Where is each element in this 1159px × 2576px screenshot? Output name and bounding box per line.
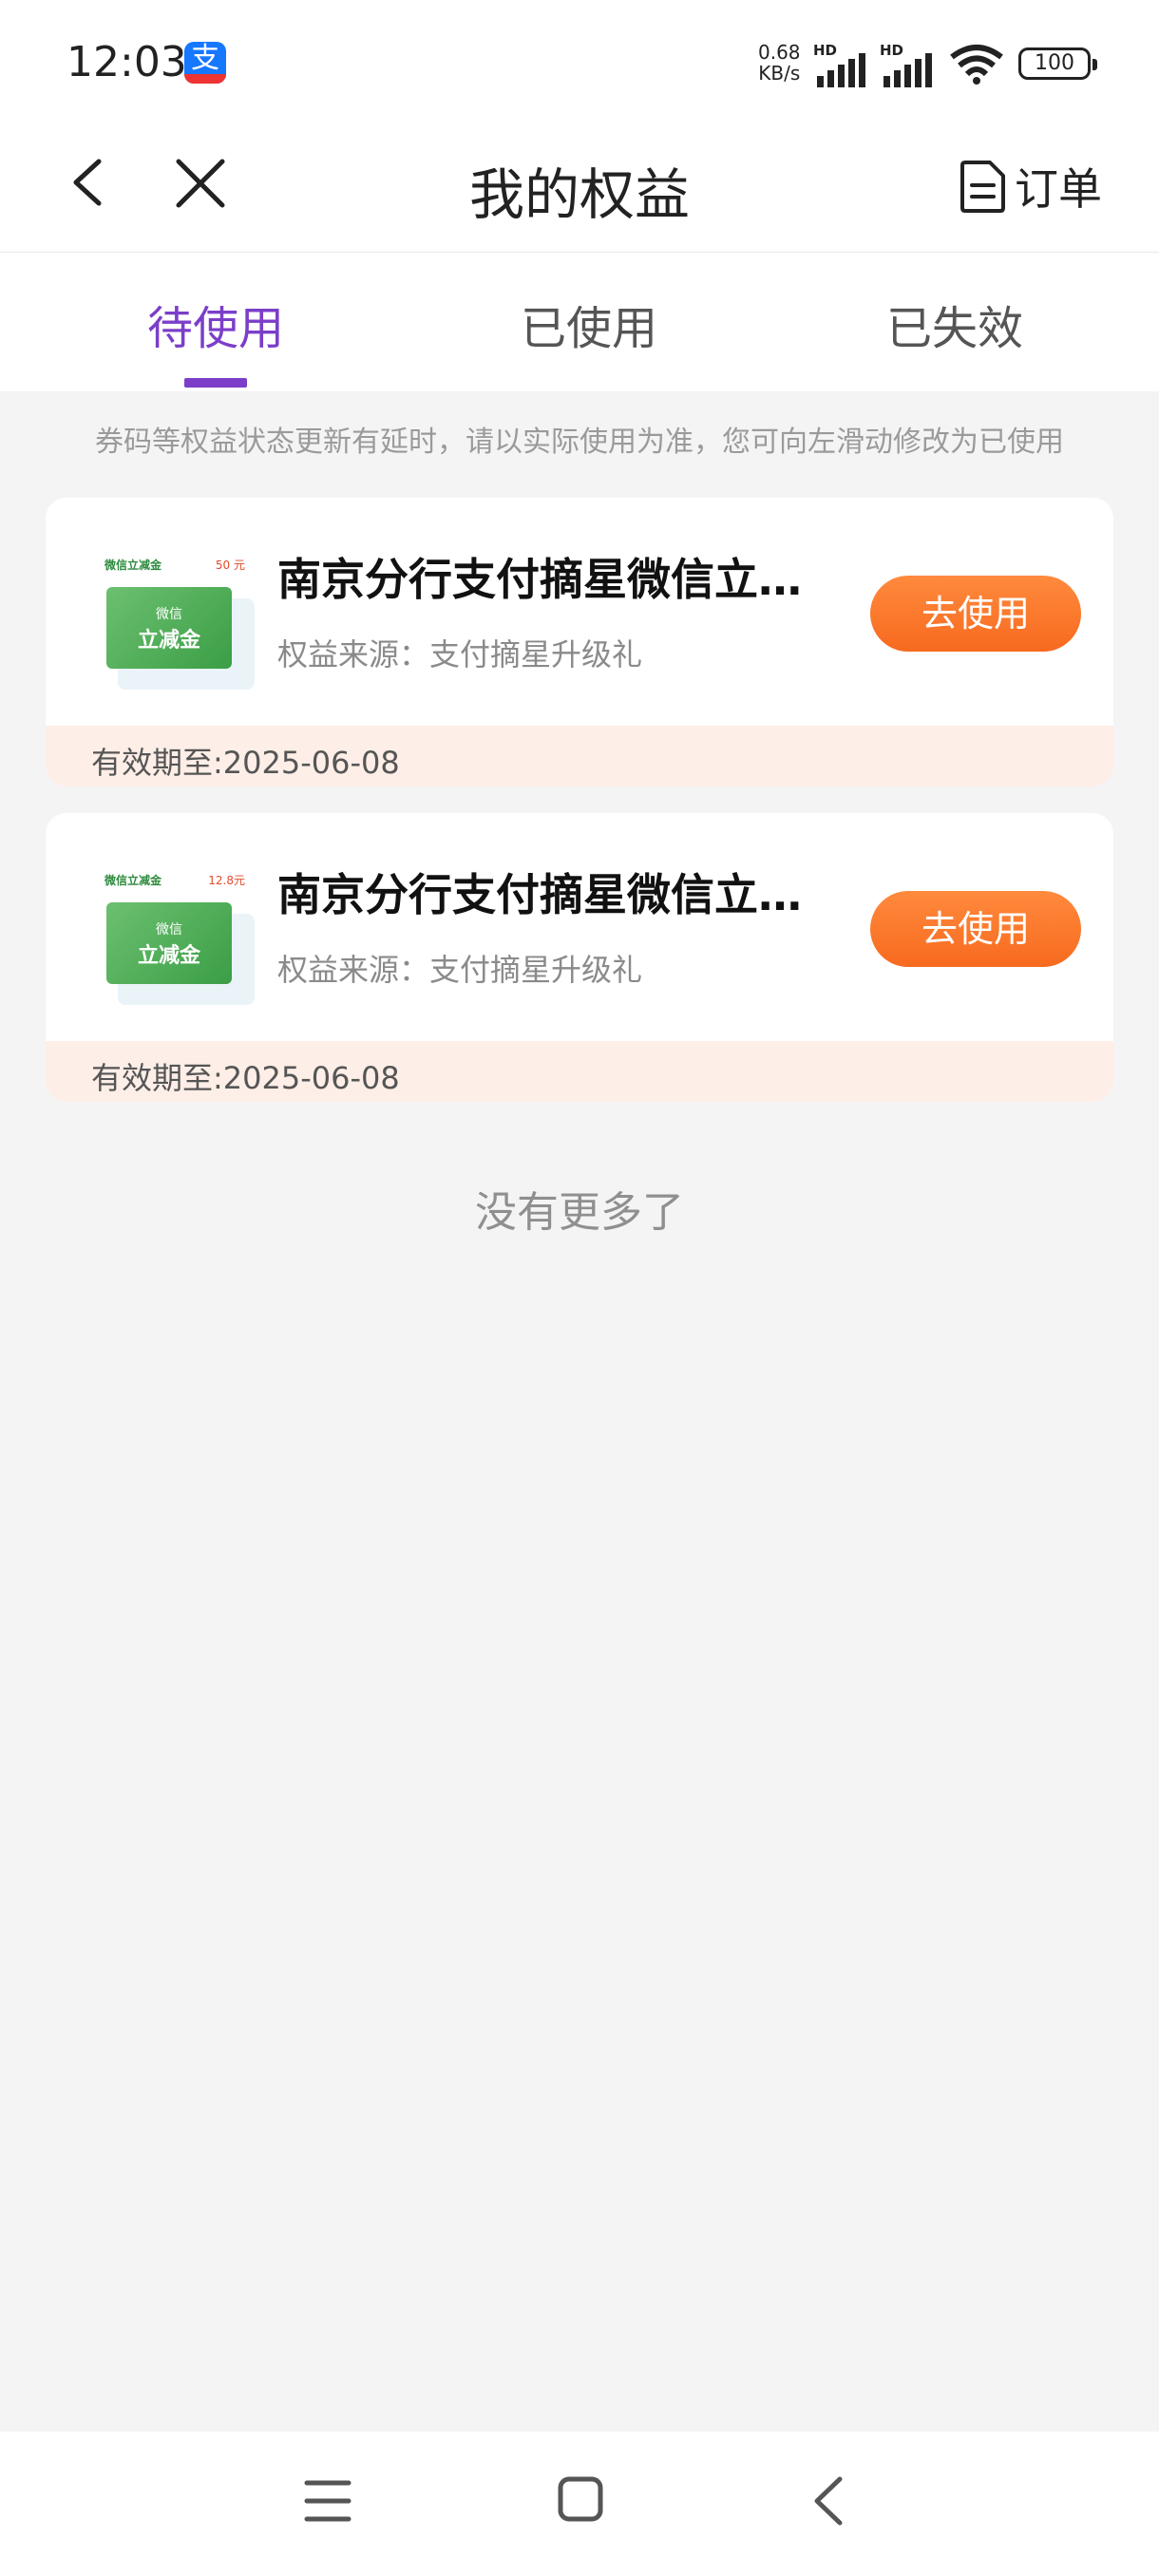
card-footer: 有效期至:2025-06-08 xyxy=(46,1041,1113,1102)
order-button[interactable]: 订单 xyxy=(960,158,1102,215)
card-source: 权益来源：支付摘星升级礼 xyxy=(277,636,643,672)
system-back-icon[interactable] xyxy=(809,2475,847,2527)
system-nav-bar xyxy=(0,2432,1159,2576)
network-speed: 0.68 KB/s xyxy=(758,42,801,84)
menu-icon[interactable] xyxy=(304,2479,352,2523)
alipay-icon: 支 xyxy=(184,42,226,84)
use-button[interactable]: 去使用 xyxy=(870,576,1081,652)
status-notice: 券码等权益状态更新有延时，请以实际使用为准，您可向左滑动修改为已使用 xyxy=(95,426,1064,459)
tab-pending[interactable]: 待使用 xyxy=(73,291,358,357)
use-button[interactable]: 去使用 xyxy=(870,891,1081,967)
wifi-icon xyxy=(950,45,1003,85)
card-source: 权益来源：支付摘星升级礼 xyxy=(277,952,643,988)
coupon-brand: 微信 xyxy=(156,607,182,622)
tab-indicator xyxy=(184,378,247,388)
tab-bar: 待使用 已使用 已失效 xyxy=(0,253,1159,391)
coupon-head: 微信立减金 xyxy=(104,874,162,887)
no-more-text: 没有更多了 xyxy=(475,1188,684,1237)
coupon-name: 立减金 xyxy=(137,629,200,653)
network-speed-unit: KB/s xyxy=(758,62,801,85)
card-footer: 有效期至:2025-06-08 xyxy=(46,726,1113,786)
tab-expired[interactable]: 已失效 xyxy=(812,291,1097,357)
coupon-image: 微信立减金 12.8元 微信 立减金 xyxy=(101,872,255,1005)
coupon-amount: 50 元 xyxy=(215,559,245,572)
home-icon[interactable] xyxy=(557,2475,604,2523)
coupon-amount: 12.8元 xyxy=(208,874,245,887)
coupon-name: 立减金 xyxy=(137,944,200,968)
tab-used[interactable]: 已使用 xyxy=(446,291,732,357)
coupon-brand: 微信 xyxy=(156,922,182,938)
battery-icon: 100 xyxy=(1018,47,1097,80)
benefit-card[interactable]: 微信立减金 50 元 微信 立减金 南京分行支付摘星微信立… 权益来源：支付摘星… xyxy=(46,498,1113,786)
card-title: 南京分行支付摘星微信立… xyxy=(277,869,802,920)
benefit-card[interactable]: 微信立减金 12.8元 微信 立减金 南京分行支付摘星微信立… 权益来源：支付摘… xyxy=(46,813,1113,1102)
card-title: 南京分行支付摘星微信立… xyxy=(277,554,802,605)
status-bar: 12:03 支 0.68 KB/s HD HD 100 xyxy=(0,0,1159,123)
screen: 12:03 支 0.68 KB/s HD HD 100 我的权益 订单 待使用 … xyxy=(0,0,1159,2576)
network-speed-value: 0.68 xyxy=(758,41,801,64)
nav-bar: 我的权益 订单 xyxy=(0,123,1159,253)
coupon-image: 微信立减金 50 元 微信 立减金 xyxy=(101,557,255,690)
order-label: 订单 xyxy=(1015,163,1102,215)
coupon-head: 微信立减金 xyxy=(104,559,162,572)
card-expiry: 有效期至:2025-06-08 xyxy=(91,1060,400,1096)
card-expiry: 有效期至:2025-06-08 xyxy=(91,745,400,781)
status-time: 12:03 xyxy=(66,38,187,86)
document-icon xyxy=(960,161,1005,213)
